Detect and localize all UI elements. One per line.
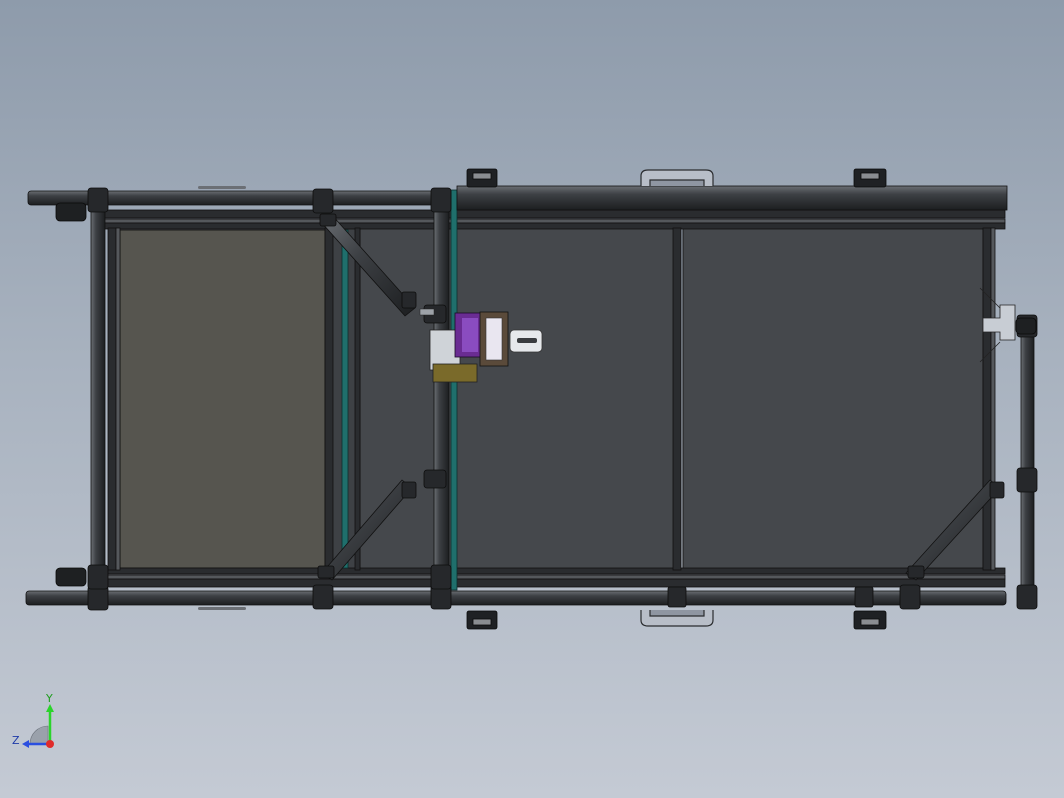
triad-axes [22,704,54,748]
panel-left [119,229,326,569]
x-axis-dot [46,740,54,748]
panel-middle [359,227,676,571]
z-axis-label: Z [12,734,20,747]
z-axis-arrow [22,740,29,748]
triad-quadrant [29,725,49,745]
graphics-viewport[interactable]: Y Z [0,0,1064,798]
y-axis-arrow [46,704,54,712]
base-panels[interactable] [119,227,984,571]
panel-right [682,227,984,571]
cad-model-top-view[interactable] [0,0,1064,798]
y-axis-label: Y [46,692,53,705]
orientation-triad: Y Z [8,692,68,756]
top-tube[interactable] [27,185,1008,211]
